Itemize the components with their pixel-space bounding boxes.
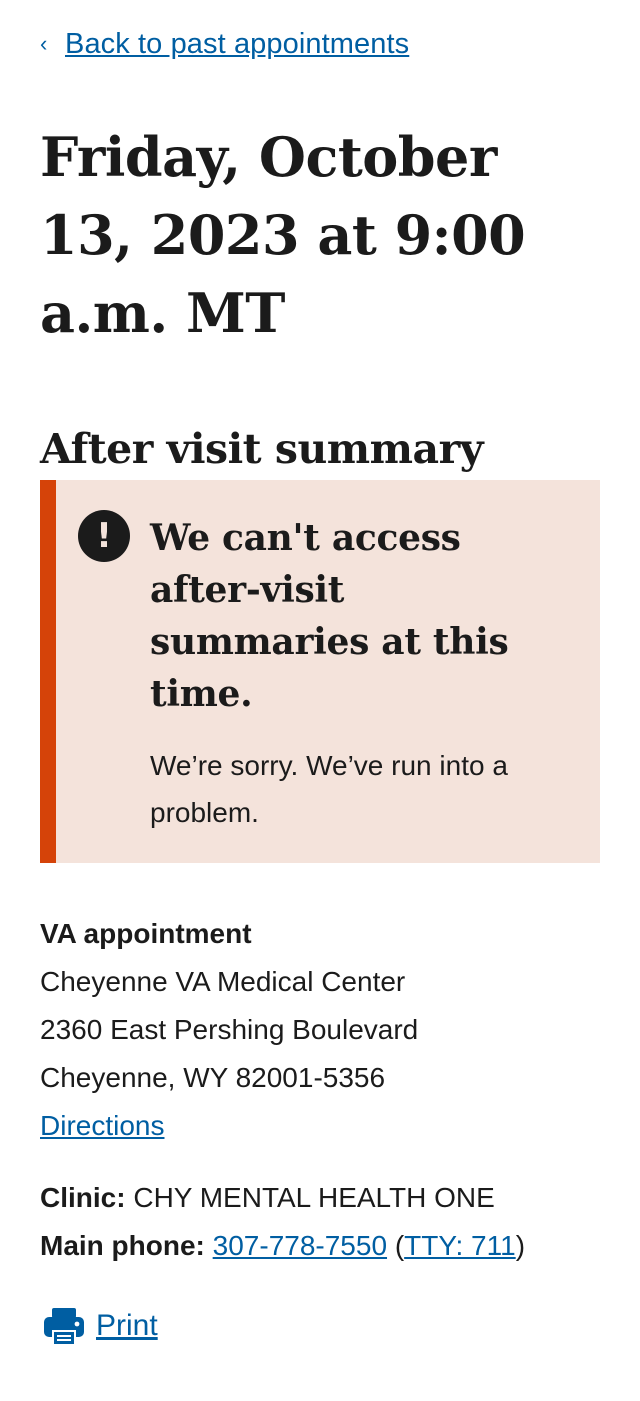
alert-body: We’re sorry. We’ve run into a problem. [150, 750, 508, 828]
main-phone-label: Main phone: [40, 1230, 205, 1261]
appointment-details-page: ‹ Back to past appointments Friday, Octo… [0, 0, 640, 1401]
clinic-info: Clinic: CHY MENTAL HEALTH ONE Main phone… [40, 1174, 600, 1270]
phone-row: Main phone: 307-778-7550 (TTY: 711) [40, 1222, 600, 1270]
back-to-past-appointments-link[interactable]: Back to past appointments [65, 26, 409, 62]
tty-open-paren: ( [394, 1230, 405, 1261]
clinic-row: Clinic: CHY MENTAL HEALTH ONE [40, 1174, 600, 1222]
printer-icon [44, 1308, 84, 1346]
exclamation-circle-icon: ! [78, 510, 130, 562]
after-visit-summary-heading: After visit summary [40, 425, 484, 473]
tty-close-paren: ) [515, 1230, 526, 1261]
directions-link[interactable]: Directions [40, 1102, 164, 1150]
print-link[interactable]: Print [96, 1304, 158, 1348]
page-title: Friday, October 13, 2023 at 9:00 a.m. MT [40, 125, 526, 345]
tty-link[interactable]: TTY: 711 [404, 1230, 516, 1261]
city-state-zip: Cheyenne, WY 82001-5356 [40, 1062, 386, 1093]
alert-heading: We can't access after-visit summaries at… [150, 517, 509, 715]
appointment-type-label: VA appointment [40, 918, 252, 949]
chevron-left-icon: ‹ [40, 31, 48, 56]
main-phone-link[interactable]: 307-778-7550 [213, 1230, 387, 1261]
street-address: 2360 East Pershing Boulevard [40, 1014, 419, 1045]
location-details: VA appointment Cheyenne VA Medical Cente… [40, 910, 600, 1150]
error-alert: ! We can't access after-visit summaries … [40, 480, 600, 863]
clinic-name: CHY MENTAL HEALTH ONE [133, 1182, 495, 1213]
print-action[interactable]: Print [40, 1302, 158, 1350]
breadcrumb: ‹ Back to past appointments [40, 26, 409, 62]
facility-name: Cheyenne VA Medical Center [40, 966, 406, 997]
clinic-label: Clinic: [40, 1182, 126, 1213]
